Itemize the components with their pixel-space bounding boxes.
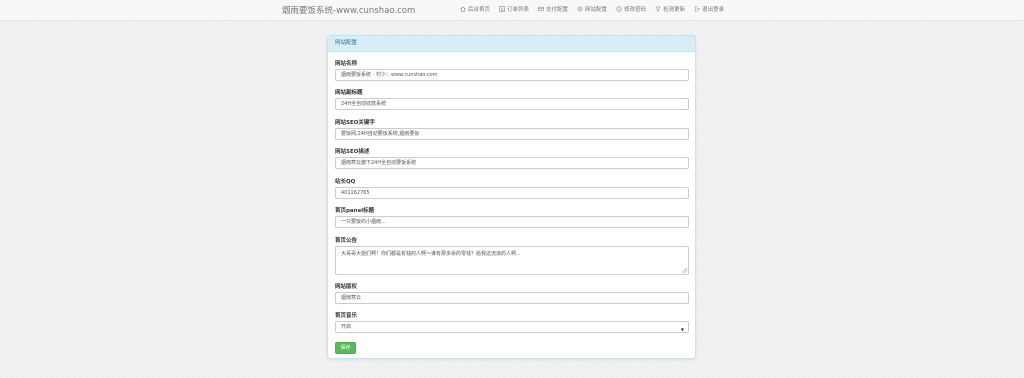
site-name-input[interactable]: 烟雨要饭系统 - 村少：www.cunshao.com	[335, 69, 689, 81]
nav-label: 后台首页	[468, 7, 491, 13]
site-config-panel: 网站配置 网站名称 烟雨要饭系统 - 村少：www.cunshao.com 网站…	[327, 35, 696, 359]
nav-item-password[interactable]: 修改密码	[616, 5, 646, 13]
top-navbar: 烟雨要饭系统-www.cunshao.com 后台首页 订单列表 支付配置 网站…	[0, 0, 1024, 21]
nav-label: 退出登录	[702, 7, 725, 13]
nav-item-payment[interactable]: 支付配置	[538, 5, 568, 13]
site-brand[interactable]: 烟雨要饭系统-www.cunshao.com	[282, 4, 415, 16]
copyright-label: 网站版权	[335, 284, 358, 290]
copyright-input[interactable]: 烟雨寒云	[335, 292, 689, 304]
nav-item-site-config[interactable]: 网站配置	[577, 5, 607, 13]
nav-item-home[interactable]: 后台首页	[460, 5, 490, 13]
top-nav: 后台首页 订单列表 支付配置 网站配置 修改密码 检测更新 退出登录	[460, 5, 724, 13]
nav-label: 支付配置	[546, 7, 569, 13]
key-icon	[616, 6, 622, 12]
music-label: 首页音乐	[335, 313, 358, 319]
nav-label: 修改密码	[624, 7, 647, 13]
list-icon	[499, 6, 505, 12]
home-icon	[460, 6, 466, 12]
nav-item-update[interactable]: 检测更新	[655, 5, 685, 13]
nav-label: 订单列表	[507, 7, 530, 13]
nav-item-orders[interactable]: 订单列表	[499, 5, 529, 13]
site-subtitle-label: 网站副标题	[335, 90, 363, 96]
nav-item-logout[interactable]: 退出登录	[694, 5, 724, 13]
seo-keywords-input[interactable]: 要饭网,24H自动要饭系统,烟雨要饭	[335, 128, 689, 140]
site-subtitle-input[interactable]: 24H全自动收款系统	[335, 98, 689, 110]
announcement-text: 大哥哥大姐们啊！你们都是有钱的人啊～谁有那多余的零钱？给我这流浪的人啊...	[341, 251, 521, 257]
card-icon	[538, 6, 544, 12]
dropdown-arrow-icon: ▼	[680, 327, 684, 332]
save-button[interactable]: 保存	[335, 342, 356, 354]
seo-description-input[interactable]: 烟雨寒云旗下24H全自动要饭系统	[335, 157, 689, 169]
logout-icon	[695, 6, 700, 12]
panel-title: 网站配置	[328, 36, 695, 52]
seo-keywords-label: 网站SEO关键字	[335, 120, 375, 126]
nav-label: 网站配置	[585, 7, 608, 13]
gear-icon	[577, 6, 583, 12]
pin-icon	[655, 6, 661, 12]
panel-title-label: 首页panel标题	[335, 208, 375, 214]
seo-description-label: 网站SEO描述	[335, 149, 370, 155]
panel-title-input[interactable]: 一只要饭的小烟雨...	[335, 216, 689, 228]
music-select-value: 开启	[341, 324, 352, 330]
resize-handle[interactable]	[682, 268, 687, 273]
nav-label: 检测更新	[663, 7, 686, 13]
admin-qq-input[interactable]: 401162765	[335, 187, 689, 199]
admin-qq-label: 站长QQ	[335, 179, 356, 185]
announcement-textarea[interactable]: 大哥哥大姐们啊！你们都是有钱的人啊～谁有那多余的零钱？给我这流浪的人啊...	[335, 246, 689, 275]
announcement-label: 首页公告	[335, 238, 358, 244]
site-name-label: 网站名称	[335, 61, 358, 67]
music-select[interactable]: 开启 ▼	[335, 321, 689, 333]
